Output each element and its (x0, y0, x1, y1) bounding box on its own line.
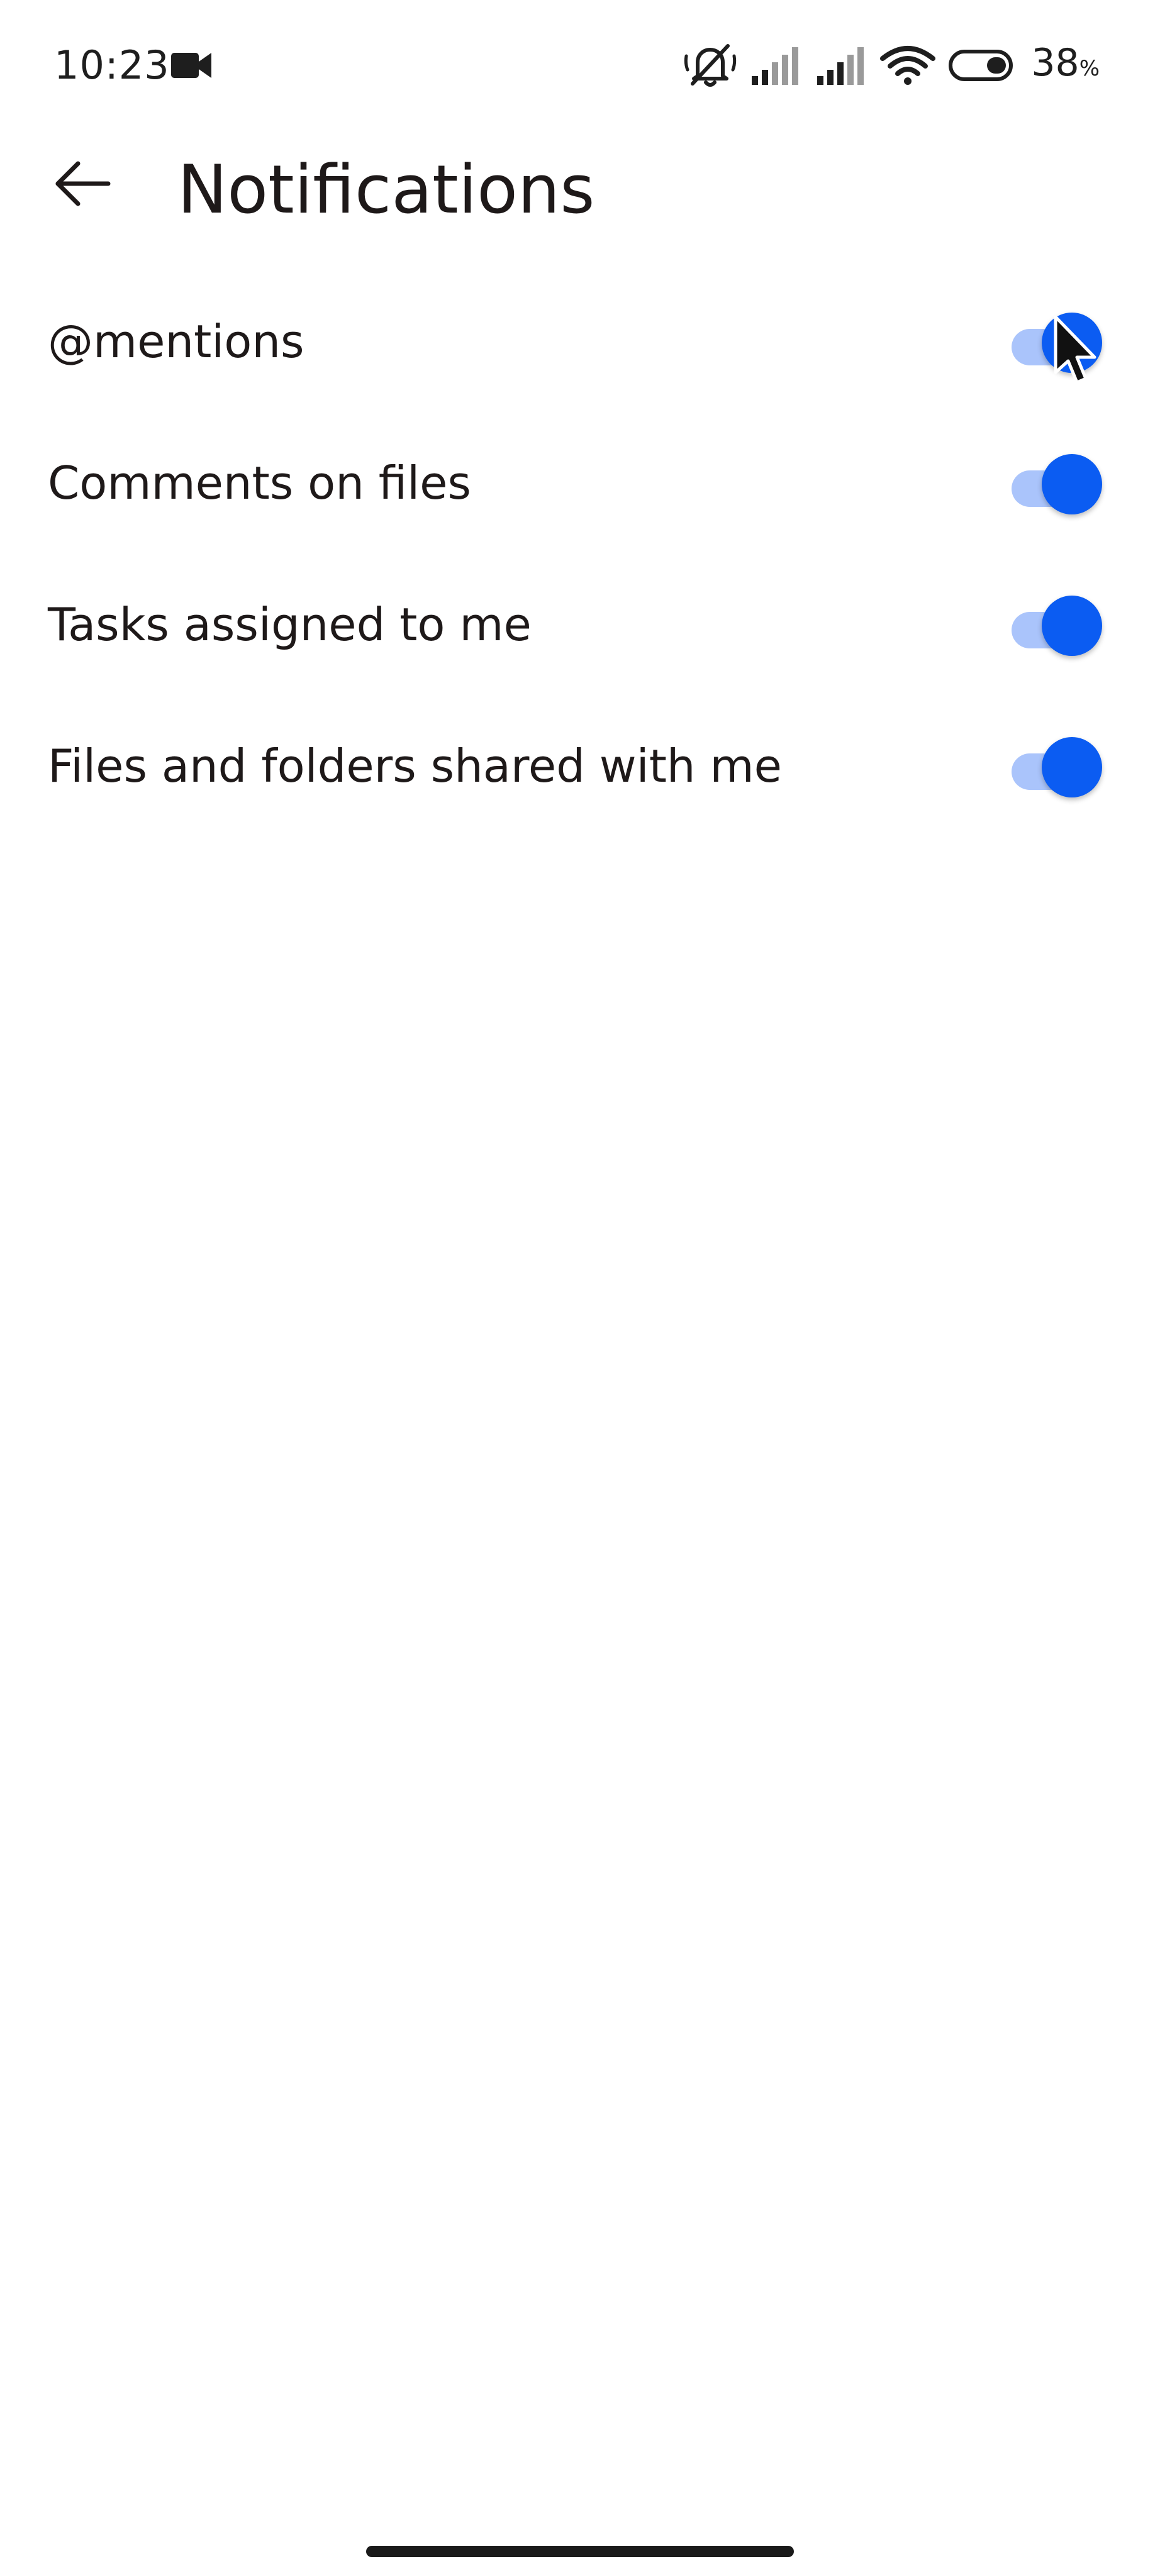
cell-signal-icon (749, 45, 802, 86)
cell-signal-icon (815, 45, 867, 86)
notification-settings-list: @mentions Comments on files Tasks assign… (0, 270, 1160, 836)
setting-label: Files and folders shared with me (48, 739, 782, 792)
wifi-icon (880, 45, 936, 86)
toggle-thumb (1042, 312, 1102, 373)
toggle-thumb (1042, 595, 1102, 656)
toggle-thumb (1042, 453, 1102, 514)
comments-on-files-toggle[interactable] (1007, 448, 1107, 518)
back-button[interactable] (44, 147, 120, 223)
status-icons: 38% (684, 40, 1100, 91)
status-time: 10:23 (54, 42, 170, 88)
battery-icon (948, 48, 1018, 83)
video-camera-icon (170, 49, 213, 82)
arrow-left-icon (52, 158, 112, 211)
mentions-toggle[interactable] (1007, 306, 1107, 377)
gesture-nav-bar[interactable] (366, 2546, 794, 2557)
setting-label: @mentions (48, 314, 304, 368)
tasks-assigned-toggle[interactable] (1007, 589, 1107, 660)
setting-row-mentions[interactable]: @mentions (0, 270, 1160, 412)
setting-label: Tasks assigned to me (48, 597, 532, 651)
setting-row-files-folders-shared[interactable]: Files and folders shared with me (0, 695, 1160, 836)
toggle-thumb (1042, 736, 1102, 797)
muted-bell-icon (684, 42, 737, 89)
setting-row-tasks-assigned[interactable]: Tasks assigned to me (0, 553, 1160, 695)
app-bar: Notifications (0, 132, 1160, 239)
files-folders-shared-toggle[interactable] (1007, 731, 1107, 801)
page-title: Notifications (177, 151, 595, 228)
setting-row-comments-on-files[interactable]: Comments on files (0, 412, 1160, 553)
setting-label: Comments on files (48, 456, 471, 509)
status-bar: 10:23 38% (0, 0, 1160, 132)
battery-percent: 38% (1031, 40, 1100, 85)
